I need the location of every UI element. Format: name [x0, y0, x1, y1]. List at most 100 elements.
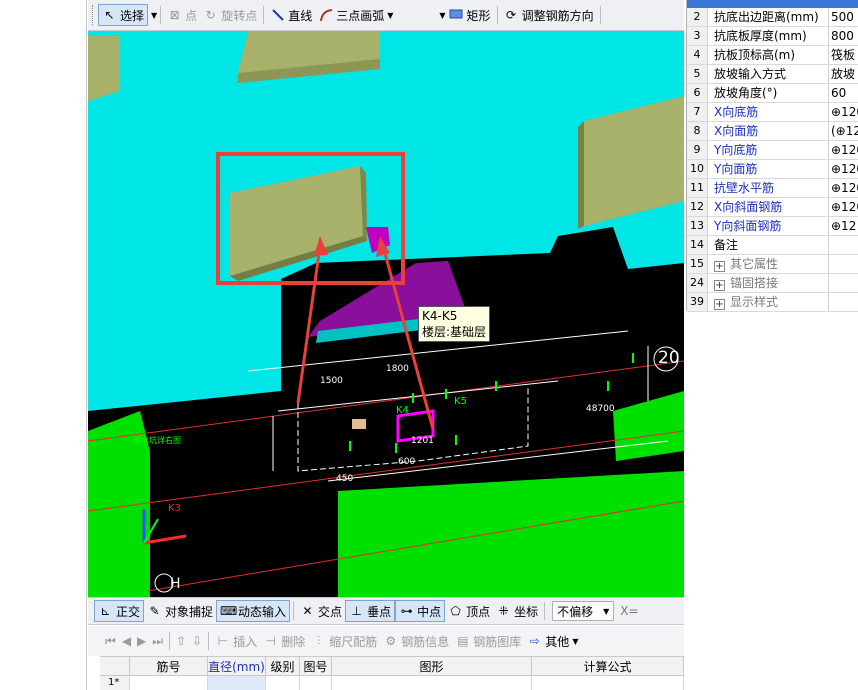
property-value[interactable]: 60 — [829, 84, 858, 102]
arc-dropdown-icon[interactable]: ▼ — [387, 11, 393, 20]
property-row-number: 14 — [687, 236, 708, 254]
property-row[interactable]: 9 Y向底筋 ⊕120 — [687, 141, 858, 160]
property-value[interactable]: 筏板 — [829, 46, 858, 64]
move-down-icon[interactable]: ⇩ — [189, 630, 205, 652]
property-value[interactable]: ⊕12 — [829, 217, 858, 235]
expand-icon[interactable]: + — [714, 261, 725, 272]
vertex-label: 顶点 — [466, 604, 491, 619]
other-menu-button[interactable]: ⇨ 其他 ▼ — [524, 630, 581, 652]
property-value[interactable]: 500 — [829, 8, 858, 26]
point-button[interactable]: ⊠ 点 — [164, 4, 200, 26]
property-name-text: 其它属性 — [730, 257, 779, 271]
property-value[interactable]: ⊕120 — [829, 103, 858, 121]
property-row[interactable]: 5 放坡输入方式 放坡 — [687, 65, 858, 84]
next-record-icon[interactable]: ▶ — [134, 630, 149, 652]
delete-icon: ⊣ — [265, 633, 276, 648]
expand-icon[interactable]: + — [714, 280, 725, 291]
col-grade[interactable]: 级别 — [266, 657, 300, 675]
line-icon — [270, 8, 285, 23]
expand-icon[interactable]: + — [714, 299, 725, 310]
property-value[interactable]: (⊕12 — [829, 122, 858, 140]
line-button[interactable]: 直线 — [267, 4, 315, 26]
cell-diameter[interactable] — [208, 676, 266, 690]
property-value[interactable] — [829, 236, 858, 254]
property-name: X向底筋 — [708, 103, 829, 121]
offset-select[interactable]: 不偏移 ▼ — [552, 601, 615, 621]
cell-shape[interactable] — [332, 676, 532, 690]
property-row[interactable]: 7 X向底筋 ⊕120 — [687, 103, 858, 122]
ortho-label: 正交 — [116, 604, 141, 619]
header-corner — [100, 657, 130, 675]
scale-rebar-button[interactable]: ⫶ 缩尺配筋 — [308, 630, 380, 652]
property-row[interactable]: 8 X向面筋 (⊕12 — [687, 122, 858, 141]
property-row[interactable]: 14 备注 — [687, 236, 858, 255]
cell-formula[interactable] — [532, 676, 684, 690]
property-row[interactable]: 6 放坡角度(°) 60 — [687, 84, 858, 103]
cell-bar-no[interactable] — [130, 676, 208, 690]
ortho-button[interactable]: ⊾ 正交 — [94, 600, 145, 622]
coordinate-button[interactable]: ⁜ 坐标 — [493, 600, 541, 622]
property-row[interactable]: 13 Y向斜面钢筋 ⊕12 — [687, 217, 858, 236]
last-record-icon[interactable]: ⏭ — [149, 630, 166, 652]
property-value[interactable] — [829, 255, 858, 273]
property-value[interactable]: ⊕120 — [829, 198, 858, 216]
property-selected-row[interactable] — [687, 0, 858, 8]
separator — [208, 632, 210, 650]
property-value[interactable] — [829, 293, 858, 311]
property-name: Y向底筋 — [708, 141, 829, 159]
property-value[interactable] — [829, 274, 858, 292]
prev-record-icon[interactable]: ◀ — [119, 630, 134, 652]
property-row[interactable]: 39 + 显示样式 — [687, 293, 858, 312]
property-value[interactable]: ⊕120 — [829, 160, 858, 178]
cell-grade[interactable] — [266, 676, 300, 690]
property-row[interactable]: 11 抗壁水平筋 ⊕120 — [687, 179, 858, 198]
table-row[interactable]: 1* — [100, 676, 684, 690]
rotate-point-button[interactable]: ↻ 旋转点 — [200, 4, 260, 26]
intersection-button[interactable]: ✕ 交点 — [297, 600, 345, 622]
cell-figure-no[interactable] — [300, 676, 332, 690]
perpendicular-icon: ⊥ — [351, 603, 362, 618]
object-snap-label: 对象捕捉 — [165, 604, 214, 619]
delete-button[interactable]: ⊣ 删除 — [260, 630, 308, 652]
property-value[interactable]: 放坡 — [829, 65, 858, 83]
property-row[interactable]: 24 + 锚固搭接 — [687, 274, 858, 293]
point-icon: ⊠ — [169, 7, 180, 22]
move-up-icon[interactable]: ⇧ — [173, 630, 189, 652]
col-bar-no[interactable]: 筋号 — [130, 657, 208, 675]
col-formula[interactable]: 计算公式 — [532, 657, 684, 675]
midpoint-icon: ⊶ — [400, 603, 413, 618]
property-value[interactable]: ⊕120 — [829, 141, 858, 159]
col-figure-no[interactable]: 图号 — [300, 657, 332, 675]
property-row[interactable]: 3 抗底板厚度(mm) 800 — [687, 27, 858, 46]
col-shape[interactable]: 图形 — [332, 657, 532, 675]
property-row[interactable]: 10 Y向面筋 ⊕120 — [687, 160, 858, 179]
tooltip-name: K4-K5 — [422, 309, 458, 323]
scale-rebar-label: 缩尺配筋 — [329, 634, 378, 649]
insert-button[interactable]: ⊢ 插入 — [212, 630, 260, 652]
col-diameter[interactable]: 直径(mm) — [208, 657, 266, 675]
property-value[interactable]: ⊕120 — [829, 179, 858, 197]
intersection-icon: ✕ — [302, 603, 313, 618]
rebar-info-button[interactable]: ⚙ 钢筋信息 — [380, 630, 452, 652]
object-snap-button[interactable]: ✎ 对象捕捉 — [144, 600, 216, 622]
vertex-button[interactable]: ⬠ 顶点 — [445, 600, 493, 622]
midpoint-button[interactable]: ⊶ 中点 — [395, 600, 446, 622]
model-viewport[interactable]: 1500 1800 600 450 48700 1201 K4 K5 K3 集水… — [88, 31, 684, 597]
select-button[interactable]: ↖ 选择 — [98, 4, 149, 26]
select-dropdown-icon[interactable]: ▼ — [151, 11, 157, 20]
property-value[interactable]: 800 — [829, 27, 858, 45]
arc-button[interactable]: 三点画弧 ▼ — [315, 4, 396, 26]
dynamic-input-button[interactable]: ⌨ 动态输入 — [216, 600, 291, 622]
property-row[interactable]: 4 抗板顶标高(m) 筏板 — [687, 46, 858, 65]
first-record-icon[interactable]: ⏮ — [102, 630, 119, 652]
adjust-direction-button[interactable]: ⟳ 调整钢筋方向 — [501, 4, 597, 26]
rect-button[interactable]: 矩形 — [446, 4, 494, 26]
toolbar-grip[interactable] — [92, 5, 95, 25]
rebar-library-button[interactable]: ▤ 钢筋图库 — [452, 630, 524, 652]
rebar-library-icon: ▤ — [457, 633, 469, 648]
property-row[interactable]: 2 抗底出边距离(mm) 500 — [687, 8, 858, 27]
perpendicular-button[interactable]: ⊥ 垂点 — [345, 600, 396, 622]
property-row[interactable]: 12 X向斜面钢筋 ⊕120 — [687, 198, 858, 217]
separator — [263, 6, 265, 24]
property-row[interactable]: 15 + 其它属性 — [687, 255, 858, 274]
